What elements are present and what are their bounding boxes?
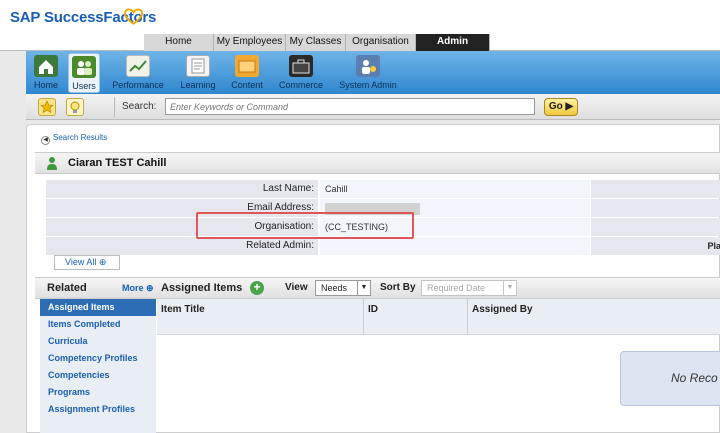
module-home[interactable]: Home xyxy=(30,53,62,93)
sidebar-item-programs[interactable]: Programs xyxy=(40,384,156,401)
favorites-star-button[interactable] xyxy=(38,98,56,116)
learning-icon xyxy=(186,55,210,77)
info-right-cell xyxy=(591,180,720,198)
info-row-last-name: Last Name: Cahill xyxy=(46,180,720,199)
star-icon xyxy=(40,100,54,114)
ideas-button[interactable] xyxy=(66,98,84,116)
tab-admin[interactable]: Admin xyxy=(416,34,490,51)
toolbar-separator xyxy=(114,97,115,117)
module-label: Learning xyxy=(180,80,216,90)
circle-arrow-icon: ⊕ xyxy=(98,257,107,267)
person-header: Ciaran TEST Cahill xyxy=(35,152,720,174)
circle-arrow-icon: ⊕ xyxy=(146,283,154,293)
module-users[interactable]: Users xyxy=(68,53,100,93)
module-label: Commerce xyxy=(278,80,323,90)
sidebar-item-items-completed[interactable]: Items Completed xyxy=(40,316,156,333)
add-icon[interactable]: + xyxy=(250,281,264,295)
more-link[interactable]: More ⊕ xyxy=(122,283,154,294)
info-row-related-admin: Related Admin: Pla xyxy=(46,237,720,256)
info-right-cell xyxy=(591,218,720,236)
search-label: Search: xyxy=(122,101,157,112)
no-records-message: No Reco xyxy=(620,351,720,406)
module-label: Content xyxy=(231,80,263,90)
module-label: Home xyxy=(33,80,58,90)
sidebar-item-assignment-profiles[interactable]: Assignment Profiles xyxy=(40,401,156,418)
sort-select[interactable]: Required Date ▼ xyxy=(421,280,517,296)
sort-select-value: Required Date xyxy=(427,283,486,293)
module-label: Performance xyxy=(112,80,164,90)
info-right-cell xyxy=(591,199,720,217)
module-toolbar: Home Users Performance Learning Content … xyxy=(26,51,720,94)
heart-icon xyxy=(124,8,143,25)
person-icon xyxy=(47,157,57,170)
sidebar-item-competencies[interactable]: Competencies xyxy=(40,367,156,384)
person-name: Ciaran TEST Cahill xyxy=(68,157,167,169)
search-bar: Search: Go ▶ xyxy=(26,94,720,120)
related-toolbar: Related More ⊕ Assigned Items + View Nee… xyxy=(35,277,720,299)
column-divider xyxy=(363,299,364,335)
info-label: Last Name: xyxy=(46,180,318,198)
arrow-right-icon: ▶ xyxy=(565,101,574,112)
go-button-label: Go xyxy=(548,101,563,112)
system-admin-icon xyxy=(356,55,380,77)
module-learning[interactable]: Learning xyxy=(178,53,218,93)
main-panel: ◀ Search Results Ciaran TEST Cahill Last … xyxy=(26,124,720,433)
column-assigned-by[interactable]: Assigned By xyxy=(472,304,533,315)
lightbulb-icon xyxy=(70,101,80,113)
view-select[interactable]: Needs ▼ xyxy=(315,280,371,296)
module-content[interactable]: Content xyxy=(228,53,266,93)
module-label: Users xyxy=(72,81,96,91)
info-value xyxy=(320,237,590,255)
search-input[interactable] xyxy=(165,98,535,115)
info-right-label: Pla xyxy=(707,241,720,251)
home-icon xyxy=(34,55,58,77)
commerce-icon xyxy=(289,55,313,77)
go-button[interactable]: Go ▶ xyxy=(544,98,578,116)
performance-icon xyxy=(126,55,150,77)
breadcrumb[interactable]: ◀ Search Results xyxy=(41,133,107,145)
related-title: Related xyxy=(47,282,87,294)
dropdown-arrow-icon: ▼ xyxy=(357,281,370,295)
breadcrumb-link[interactable]: Search Results xyxy=(53,133,107,142)
tab-my-employees[interactable]: My Employees xyxy=(214,34,286,51)
top-nav: Home My Employees My Classes Organisatio… xyxy=(0,34,720,51)
branding-bar: SAP SuccessFactors xyxy=(0,0,720,34)
info-label: Related Admin: xyxy=(46,237,318,255)
sidebar-item-curricula[interactable]: Curricula xyxy=(40,333,156,350)
tab-home[interactable]: Home xyxy=(144,34,214,51)
dropdown-arrow-icon: ▼ xyxy=(503,281,516,295)
tab-my-classes[interactable]: My Classes xyxy=(286,34,346,51)
sort-label: Sort By xyxy=(380,282,416,293)
column-item-title[interactable]: Item Title xyxy=(161,304,205,315)
assigned-items-title: Assigned Items xyxy=(161,282,243,294)
related-sidebar: Assigned Items Items Completed Curricula… xyxy=(40,299,156,433)
view-all-button[interactable]: View All ⊕ xyxy=(54,255,120,270)
assigned-items-grid-header: Item Title ID Assigned By xyxy=(157,299,720,335)
info-value: Cahill xyxy=(320,180,590,198)
content-icon xyxy=(235,55,259,77)
back-arrow-icon: ◀ xyxy=(41,136,50,145)
view-all-label: View All xyxy=(65,257,97,267)
module-performance[interactable]: Performance xyxy=(110,53,166,93)
info-right-cell: Pla xyxy=(591,237,720,255)
users-icon xyxy=(72,56,96,78)
tab-organisation[interactable]: Organisation xyxy=(346,34,416,51)
view-label: View xyxy=(285,282,308,293)
column-divider xyxy=(467,299,468,335)
more-label: More xyxy=(122,283,144,293)
module-system-admin[interactable]: System Admin xyxy=(336,53,400,93)
highlight-box xyxy=(196,212,414,239)
view-select-value: Needs xyxy=(321,283,348,293)
sidebar-item-competency-profiles[interactable]: Competency Profiles xyxy=(40,350,156,367)
column-id[interactable]: ID xyxy=(368,304,378,315)
module-commerce[interactable]: Commerce xyxy=(276,53,326,93)
module-label: System Admin xyxy=(339,80,397,90)
sidebar-item-assigned-items[interactable]: Assigned Items xyxy=(40,299,156,316)
